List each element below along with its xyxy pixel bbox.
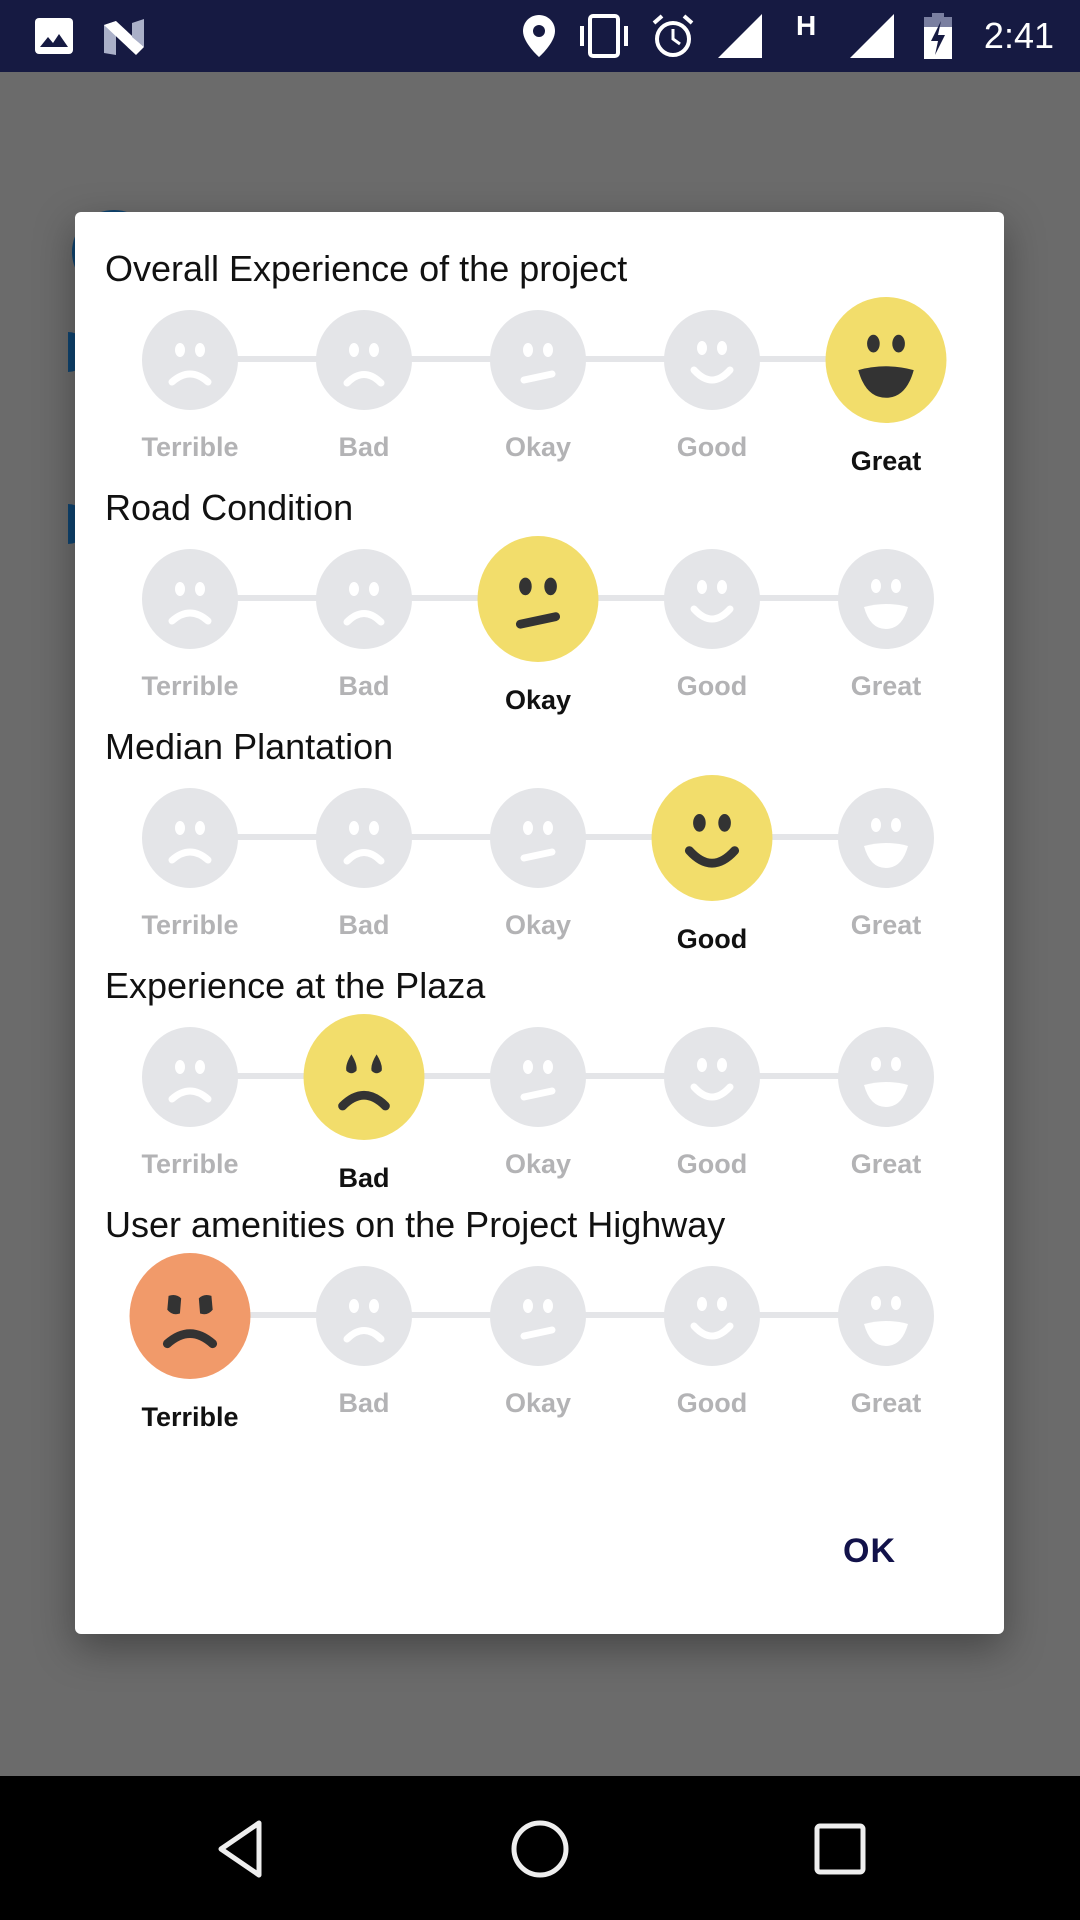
rating-option-great[interactable]: Great	[816, 1025, 956, 1179]
rating-option-label: Great	[850, 1388, 922, 1418]
rating-option-great[interactable]: Great	[816, 1264, 956, 1418]
great-face-icon[interactable]	[836, 1027, 936, 1127]
good-face-icon[interactable]	[662, 1266, 762, 1366]
rating-option-great[interactable]: Great	[816, 786, 956, 940]
rating-option-okay[interactable]: Okay	[468, 536, 608, 715]
rating-option-good[interactable]: Good	[642, 1025, 782, 1179]
rating-question: User amenities on the Project Highway Ter…	[75, 1168, 1004, 1432]
rating-option-label: Bad	[338, 1388, 390, 1418]
question-title: Experience at the Plaza	[105, 965, 486, 1006]
signal-icon	[718, 14, 762, 58]
location-icon	[522, 14, 556, 58]
rating-option-okay[interactable]: Okay	[468, 1025, 608, 1179]
rating-option-good[interactable]: Good	[642, 308, 782, 462]
terrible-face-icon[interactable]	[140, 310, 240, 410]
rating-option-label: Good	[676, 1388, 748, 1418]
rating-option-good[interactable]: Good	[642, 547, 782, 701]
vibrate-icon	[576, 14, 632, 58]
rating-option-okay[interactable]: Okay	[468, 1264, 608, 1418]
n-logo-icon	[102, 14, 146, 58]
question-title: Overall Experience of the project	[105, 248, 628, 289]
rating-option-okay[interactable]: Okay	[468, 786, 608, 940]
rating-option-label: Okay	[504, 1388, 572, 1418]
rating-question: Road Condition Terrible Bad Okay Good Great	[75, 451, 1004, 715]
okay-face-icon[interactable]	[488, 788, 588, 888]
great-face-icon[interactable]	[823, 297, 949, 423]
question-title: User amenities on the Project Highway	[105, 1204, 726, 1245]
clock: 2:41	[983, 15, 1054, 56]
alarm-icon	[650, 14, 696, 58]
bad-face-icon[interactable]	[314, 549, 414, 649]
rating-question: Overall Experience of the project Terribl…	[75, 212, 1004, 476]
rating-option-terrible[interactable]: Terrible	[120, 786, 260, 940]
great-face-icon[interactable]	[836, 549, 936, 649]
bad-face-icon[interactable]	[314, 788, 414, 888]
signal-icon	[850, 14, 894, 58]
question-title: Median Plantation	[105, 726, 394, 767]
rating-option-bad[interactable]: Bad	[294, 1264, 434, 1418]
status-bar: H 2:41	[0, 0, 1080, 72]
great-face-icon[interactable]	[836, 788, 936, 888]
rating-option-bad[interactable]: Bad	[294, 308, 434, 462]
rating-option-bad[interactable]: Bad	[294, 547, 434, 701]
bad-face-icon[interactable]	[301, 1014, 427, 1140]
rating-question: Median Plantation Terrible Bad Okay Good Grea…	[75, 690, 1004, 954]
rating-option-terrible[interactable]: Terrible	[120, 308, 260, 462]
okay-face-icon[interactable]	[488, 1027, 588, 1127]
rating-option-label: Terrible	[141, 1402, 239, 1432]
okay-face-icon[interactable]	[488, 310, 588, 410]
rating-option-bad[interactable]: Bad	[294, 1014, 434, 1193]
rating-option-good[interactable]: Good	[642, 775, 782, 954]
rating-option-terrible[interactable]: Terrible	[120, 1253, 260, 1432]
image-icon	[34, 14, 74, 58]
rating-option-okay[interactable]: Okay	[468, 308, 608, 462]
great-face-icon[interactable]	[836, 1266, 936, 1366]
terrible-face-icon[interactable]	[140, 1027, 240, 1127]
okay-face-icon[interactable]	[475, 536, 601, 662]
good-face-icon[interactable]	[662, 549, 762, 649]
rating-option-terrible[interactable]: Terrible	[120, 547, 260, 701]
bad-face-icon[interactable]	[314, 1266, 414, 1366]
rating-option-bad[interactable]: Bad	[294, 786, 434, 940]
terrible-face-icon[interactable]	[140, 549, 240, 649]
battery-charging-icon	[922, 13, 954, 59]
terrible-face-icon[interactable]	[127, 1253, 253, 1379]
rating-question: Experience at the Plaza Terrible Bad Okay Go…	[75, 929, 1004, 1193]
ok-button[interactable]: OK	[843, 1532, 896, 1571]
good-face-icon[interactable]	[649, 775, 775, 901]
home-icon[interactable]	[505, 1814, 575, 1884]
back-icon[interactable]	[206, 1814, 276, 1884]
good-face-icon[interactable]	[662, 1027, 762, 1127]
network-type-label: H	[796, 10, 817, 41]
recents-icon[interactable]	[805, 1814, 875, 1884]
bad-face-icon[interactable]	[314, 310, 414, 410]
rating-option-great[interactable]: Great	[816, 297, 956, 476]
rating-option-terrible[interactable]: Terrible	[120, 1025, 260, 1179]
navigation-bar	[0, 1776, 1080, 1920]
good-face-icon[interactable]	[662, 310, 762, 410]
terrible-face-icon[interactable]	[140, 788, 240, 888]
rating-dialog: Overall Experience of the project Terribl…	[75, 212, 1004, 1634]
question-title: Road Condition	[105, 487, 354, 528]
rating-option-good[interactable]: Good	[642, 1264, 782, 1418]
rating-option-great[interactable]: Great	[816, 547, 956, 701]
okay-face-icon[interactable]	[488, 1266, 588, 1366]
